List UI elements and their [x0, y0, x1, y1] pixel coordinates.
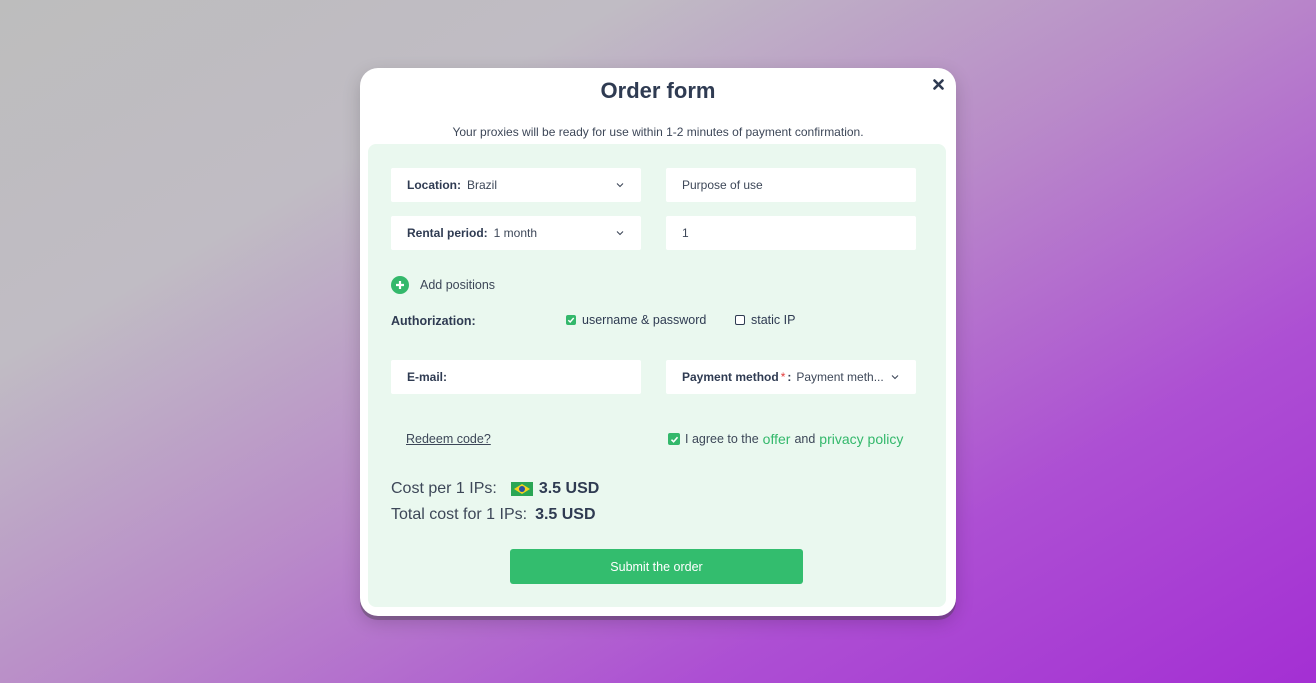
add-positions-label: Add positions [420, 278, 496, 292]
location-select[interactable]: Location: Brazil [391, 168, 641, 202]
cost-per-label: Cost per 1 IPs: [391, 480, 497, 497]
redeem-code-link[interactable]: Redeem code? [406, 432, 491, 446]
cost-per-value: 3.5 USD [538, 480, 600, 497]
privacy-policy-link[interactable]: privacy policy [819, 431, 903, 447]
total-cost-label: Total cost for 1 IPs: [391, 506, 528, 523]
payment-colon: : [787, 370, 792, 384]
required-mark: * [780, 370, 786, 384]
rental-period-select[interactable]: Rental period: 1 month [391, 216, 641, 250]
modal-title: Order form [600, 78, 716, 103]
rental-period-value: 1 month [493, 226, 538, 240]
chevron-down-icon [616, 183, 624, 188]
agree-terms: I agree to the offer and privacy policy [668, 431, 907, 447]
purpose-input[interactable]: Purpose of use [666, 168, 916, 202]
payment-method-value: Payment meth... [796, 370, 884, 384]
location-value: Brazil [467, 178, 498, 192]
quantity-input[interactable]: 1 [666, 216, 916, 250]
chevron-down-icon [616, 231, 624, 236]
auth-static-ip-checkbox[interactable]: static IP [735, 313, 795, 327]
submit-order-button[interactable]: Submit the order [510, 549, 803, 584]
form-panel: Location: Brazil Purpose of use Rental p… [368, 144, 946, 607]
plus-circle-icon [391, 276, 409, 294]
order-form-modal: Order form Your proxies will be ready fo… [360, 68, 956, 616]
total-cost: Total cost for 1 IPs: 3.5 USD [391, 506, 596, 524]
chevron-down-icon [891, 375, 899, 380]
checkbox-unchecked-icon [735, 315, 745, 325]
location-label: Location: [407, 178, 461, 192]
agree-text: I agree to the [685, 432, 759, 446]
checkbox-checked-icon [566, 315, 576, 325]
rental-period-label: Rental period: [407, 226, 488, 240]
authorization-label: Authorization: [391, 314, 476, 328]
total-cost-value: 3.5 USD [535, 506, 596, 523]
close-icon[interactable] [930, 76, 946, 92]
modal-subtitle: Your proxies will be ready for use withi… [452, 125, 864, 139]
auth-option-label: static IP [751, 313, 796, 327]
purpose-placeholder: Purpose of use [682, 178, 763, 192]
agree-checkbox[interactable] [668, 433, 680, 445]
agree-and-text: and [794, 432, 816, 446]
brazil-flag-icon [510, 482, 533, 496]
email-label: E-mail: [407, 370, 448, 384]
email-field[interactable]: E-mail: [391, 360, 641, 394]
cost-per-ip: Cost per 1 IPs: 3.5 USD [391, 480, 599, 498]
auth-option-label: username & password [582, 313, 707, 327]
offer-link[interactable]: offer [763, 431, 791, 447]
quantity-value: 1 [682, 226, 689, 240]
payment-method-label: Payment method [682, 370, 779, 384]
auth-username-password-checkbox[interactable]: username & password [566, 313, 706, 327]
add-positions-button[interactable]: Add positions [391, 276, 495, 294]
payment-method-select[interactable]: Payment method * : Payment meth... [666, 360, 916, 394]
